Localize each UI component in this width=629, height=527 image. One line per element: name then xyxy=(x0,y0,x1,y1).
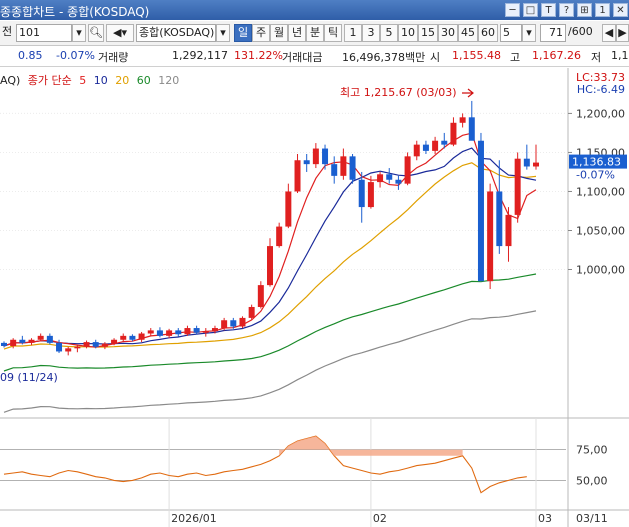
candle-body xyxy=(83,342,90,347)
candle-body xyxy=(120,335,127,340)
candle-body xyxy=(312,148,319,165)
candle-body xyxy=(523,158,530,167)
candle-body xyxy=(74,346,81,349)
price-tag-value: 1,136.83 xyxy=(572,156,621,169)
price-tag-pct: -0.07% xyxy=(576,169,615,182)
candle-body xyxy=(92,342,99,347)
legend-ma-60: 60 xyxy=(136,74,151,87)
price-tick-label: 1,000,00 xyxy=(576,264,625,277)
ma-legend: AQ) 종가 단순 5 10 20 60 120 xyxy=(0,72,183,88)
candle-body xyxy=(496,191,503,247)
candle-body xyxy=(248,306,255,318)
candle-body xyxy=(211,328,218,332)
high-annotation: 최고 1,215.67 (03/03) xyxy=(340,86,457,99)
date-label: 03 xyxy=(538,512,552,525)
candle-body xyxy=(202,331,209,333)
date-label: 02 xyxy=(373,512,387,525)
legend-ma-120: 120 xyxy=(158,74,180,87)
candle-body xyxy=(267,246,273,286)
candle-body xyxy=(276,226,283,247)
candle-body xyxy=(294,160,301,192)
candle-body xyxy=(239,317,246,327)
candle-body xyxy=(514,158,521,215)
date-label: 03/11 xyxy=(576,512,608,525)
scale-info: LC:33.73 HC:-6.49 xyxy=(576,72,625,96)
candle-body xyxy=(413,144,420,157)
legend-ma-20: 20 xyxy=(115,74,130,87)
osc-tick-label: 50,00 xyxy=(576,474,608,487)
candle-body xyxy=(65,348,72,352)
osc-line xyxy=(3,435,527,494)
scale-hc: HC:-6.49 xyxy=(576,83,625,96)
price-tick-label: 1,050,00 xyxy=(576,224,625,237)
candle-body xyxy=(477,140,484,282)
candle-body xyxy=(377,174,384,183)
candle-body xyxy=(221,320,228,329)
candle-body xyxy=(37,335,44,340)
price-tick-label: 1,200,00 xyxy=(576,107,625,120)
legend-ma-10: 10 xyxy=(93,74,108,87)
candle-body xyxy=(422,144,429,151)
candle-body xyxy=(349,156,356,180)
candle-body xyxy=(193,328,200,333)
candle-body xyxy=(459,117,466,123)
candle-body xyxy=(386,174,393,180)
candle-body xyxy=(468,117,475,141)
osc-tick-label: 75,00 xyxy=(576,444,608,457)
candle-body xyxy=(147,330,154,334)
candle-body xyxy=(441,140,448,145)
candle-body xyxy=(1,342,7,346)
candle-body xyxy=(101,343,108,347)
candle-body xyxy=(166,330,173,336)
candle-body xyxy=(331,164,338,176)
candle-body xyxy=(303,160,310,165)
candle-body xyxy=(111,339,118,344)
candle-body xyxy=(184,328,191,335)
candle-body xyxy=(138,333,145,340)
candle-body xyxy=(156,330,163,336)
candle-body xyxy=(230,320,237,327)
legend-ma-5: 5 xyxy=(79,74,87,87)
candle-body xyxy=(28,339,35,343)
candle-body xyxy=(358,179,365,208)
date-label: 2026/01 xyxy=(171,512,217,525)
low-annotation: 09 (11/24) xyxy=(0,371,58,384)
candle-body xyxy=(533,162,539,167)
candle-body xyxy=(404,156,411,184)
candle-body xyxy=(129,335,136,340)
legend-prefix: AQ) xyxy=(0,74,21,87)
candle-body xyxy=(46,335,53,343)
candle-body xyxy=(175,330,182,335)
candle-body xyxy=(56,342,63,352)
candle-body xyxy=(432,140,439,151)
candle-body xyxy=(487,191,494,282)
candle-body xyxy=(367,182,374,208)
candle-body xyxy=(322,148,329,165)
candle-body xyxy=(285,191,292,227)
candle-body xyxy=(10,339,17,346)
candle-body xyxy=(395,179,402,184)
candle-body xyxy=(257,285,264,307)
candle-body xyxy=(19,339,26,343)
legend-name: 종가 단순 xyxy=(27,74,72,87)
candle-body xyxy=(450,122,457,145)
candle-body xyxy=(505,214,512,247)
candle-body xyxy=(340,156,347,176)
price-tick-label: 1,100,00 xyxy=(576,185,625,198)
